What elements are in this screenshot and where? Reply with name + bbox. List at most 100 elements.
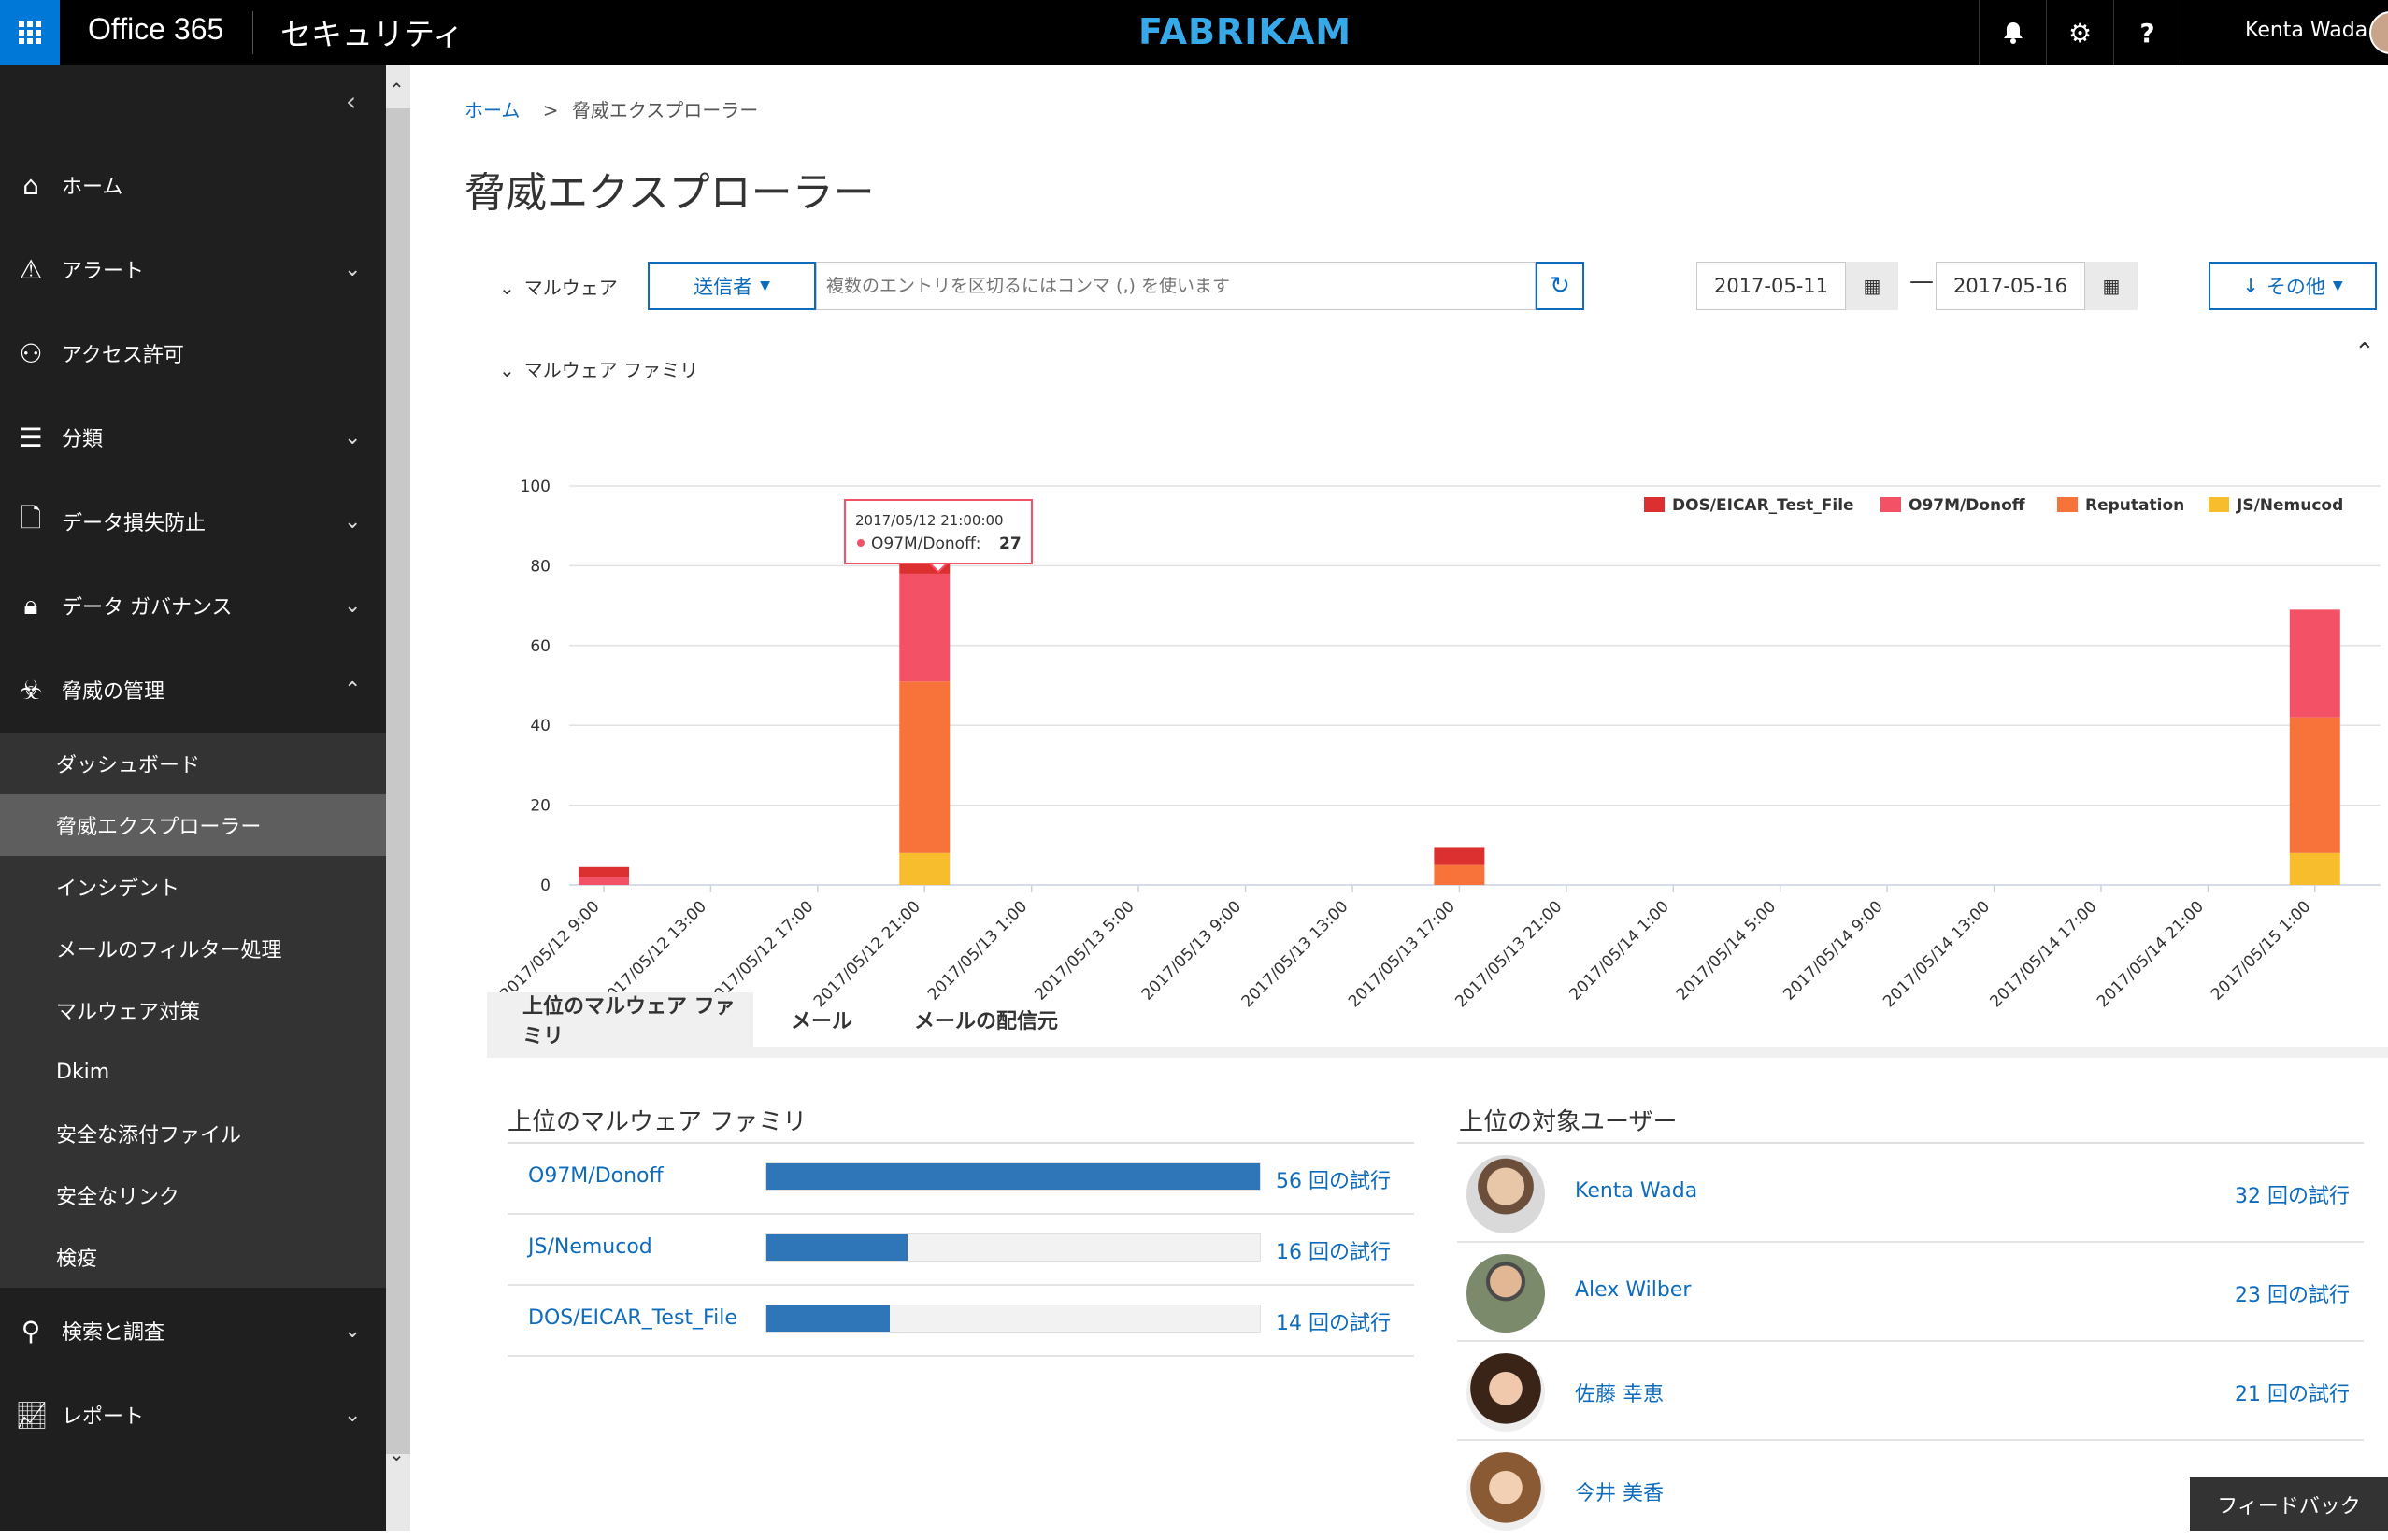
help-button[interactable]: ? [2113,0,2181,65]
app-launcher-button[interactable] [0,0,60,65]
caret-down-icon: ▼ [760,278,770,293]
help-icon: ? [2139,17,2155,49]
breadcrumb-current: 脅威エクスプローラー [571,99,759,121]
tooltip-time: 2017/05/12 21:00:00 [855,512,1004,529]
user-name-link[interactable]: Alex Wilber [1575,1278,1691,1302]
sidebar-subitem-dkim[interactable]: Dkim [0,1041,386,1103]
legend-label: DOS/EICAR_Test_File [1672,496,1854,515]
sidebar: ‹ ⌂ ホーム ⚠ アラート ⌄ ⚇ アクセス許可 ☰ 分類 ⌄ 🗋 データ損失… [0,65,386,1531]
sender-dropdown[interactable]: 送信者 ▼ [648,262,816,310]
sidebar-subitem-dashboard[interactable]: ダッシュボード [0,733,386,794]
list-item[interactable]: Kenta Wada 32 回の試行 [1457,1144,2364,1243]
sidebar-item-classification[interactable]: ☰ 分類 ⌄ [0,400,386,475]
sidebar-item-home[interactable]: ⌂ ホーム [0,148,386,222]
attempt-count[interactable]: 14 回の試行 [1276,1306,1391,1336]
malware-name-link[interactable]: DOS/EICAR_Test_File [528,1306,737,1330]
user-name-link[interactable]: Kenta Wada [1575,1179,1697,1203]
settings-button[interactable]: ⚙ [2046,0,2113,65]
alert-icon: ⚠ [19,253,43,285]
start-date-field[interactable]: 2017-05-11 [1696,262,1846,310]
sidebar-scrollbar[interactable]: ⌃ ⌄ [386,65,410,1531]
sidebar-subitem-safe-links[interactable]: 安全なリンク [0,1164,386,1226]
bar-segment [2289,609,2340,718]
brand-logo: FABRIKAM [1138,11,1352,52]
attempt-count[interactable]: 32 回の試行 [2235,1179,2350,1209]
more-dropdown[interactable]: ↓ その他 ▼ [2209,262,2377,310]
feedback-button[interactable]: フィードバック [2190,1477,2388,1531]
scrollbar-thumb[interactable] [386,108,410,1454]
bar-segment [579,877,629,885]
x-tick-label: 2017/05/14 1:00 [1566,897,1673,1004]
notifications-button[interactable] [1979,0,2046,65]
end-date-field[interactable]: 2017-05-16 [1936,262,2085,310]
sidebar-subitem-threat-explorer[interactable]: 脅威エクスプローラー [0,794,386,856]
malware-name-link[interactable]: O97M/Donoff [528,1164,664,1188]
chevron-up-icon: ⌃ [344,677,362,702]
chart-section-toggle[interactable]: ⌄ マルウェア ファミリ [499,355,698,382]
attempt-count[interactable]: 23 回の試行 [2235,1278,2350,1308]
list-item[interactable]: JS/Nemucod 16 回の試行 [508,1215,1414,1286]
tab-mail-origins[interactable]: メールの配信元 [914,992,1058,1047]
bar-segment [899,852,951,885]
user-name-link[interactable]: 佐藤 幸恵 [1575,1377,1664,1407]
breadcrumb-home-link[interactable]: ホーム [465,99,520,121]
search-input[interactable] [816,262,1536,310]
x-tick-label: 2017/05/13 5:00 [1031,897,1137,1004]
attempt-count[interactable]: 21 回の試行 [2235,1377,2350,1407]
sidebar-subitem-quarantine[interactable]: 検疫 [0,1226,386,1288]
avatar [1466,1353,1545,1432]
sidebar-subitem-label: 脅威エクスプローラー [56,816,262,839]
avatar[interactable] [2369,11,2388,54]
scroll-down-icon[interactable]: ⌄ [389,1443,405,1465]
sidebar-subitem-antimalware[interactable]: マルウェア対策 [0,979,386,1041]
start-date-calendar-button[interactable]: ▦ [1846,262,1898,310]
sidebar-item-threat-management[interactable]: ☣ 脅威の管理 ⌃ [0,652,386,727]
sidebar-subitem-label: 安全な添付ファイル [56,1124,242,1148]
y-tick-label: 0 [540,877,551,895]
malware-name-link[interactable]: JS/Nemucod [528,1235,652,1259]
tab-top-malware-families[interactable]: 上位のマルウェア ファミリ [487,992,753,1048]
x-tick-label: 2017/05/14 5:00 [1673,897,1780,1004]
sidebar-item-dlp[interactable]: 🗋 データ損失防止 ⌄ [0,484,386,559]
list-item[interactable]: O97M/Donoff 56 回の試行 [508,1144,1414,1215]
sidebar-item-permissions[interactable]: ⚇ アクセス許可 [0,316,386,391]
app-name[interactable]: Office 365 [88,12,223,47]
collapse-nav-button[interactable]: ‹ [346,86,356,117]
user-name-link[interactable]: 今井 美香 [1575,1476,1664,1506]
tab-mail[interactable]: メール [791,992,852,1047]
chevron-up-icon: ⌃ [2354,338,2375,366]
chart-collapse-button[interactable]: ⌃ [2354,338,2375,366]
scroll-up-icon[interactable]: ⌃ [389,78,405,101]
sidebar-item-reports[interactable]: 📈︎ レポート ⌄ [0,1377,386,1452]
main-content: ホーム > 脅威エクスプローラー 脅威エクスプローラー ⌄ マルウェア 送信者 ▼… [410,65,2388,1531]
sidebar-item-alerts[interactable]: ⚠ アラート ⌄ [0,232,386,307]
x-tick-label: 2017/05/15 1:00 [2208,897,2314,1004]
sidebar-subitem-label: マルウェア対策 [56,1001,201,1024]
sidebar-item-label: 分類 [62,428,104,451]
sidebar-item-search-investigation[interactable]: ⚲ 検索と調査 ⌄ [0,1293,386,1368]
chevron-down-icon: ⌄ [344,1403,362,1427]
sidebar-subitem-mail-filtering[interactable]: メールのフィルター処理 [0,918,386,979]
malware-view-toggle[interactable]: ⌄ マルウェア [499,273,618,300]
sender-label: 送信者 [694,276,753,298]
user-name[interactable]: Kenta Wada [2245,19,2367,42]
end-date-calendar-button[interactable]: ▦ [2085,262,2138,310]
refresh-button[interactable]: ↻ [1536,262,1584,310]
attempt-count[interactable]: 16 回の試行 [1276,1235,1391,1265]
section-name[interactable]: セキュリティ [280,9,464,54]
bell-icon [2003,22,2023,44]
sidebar-subitem-safe-attachments[interactable]: 安全な添付ファイル [0,1103,386,1164]
attempt-count[interactable]: 56 回の試行 [1276,1164,1391,1194]
bar-segment [1434,864,1485,885]
more-label: その他 [2266,276,2325,298]
chevron-down-icon: ⌄ [344,593,362,618]
list-item[interactable]: 佐藤 幸恵 21 回の試行 [1457,1342,2364,1441]
sidebar-item-data-governance[interactable]: 🔒︎ データ ガバナンス ⌄ [0,568,386,643]
list-item[interactable]: DOS/EICAR_Test_File 14 回の試行 [508,1286,1414,1357]
y-tick-label: 100 [521,478,551,496]
legend-swatch [1644,497,1665,512]
y-tick-label: 40 [530,717,551,735]
list-item[interactable]: Alex Wilber 23 回の試行 [1457,1243,2364,1342]
lock-icon: 🔒︎ [23,590,38,620]
sidebar-subitem-incidents[interactable]: インシデント [0,856,386,918]
